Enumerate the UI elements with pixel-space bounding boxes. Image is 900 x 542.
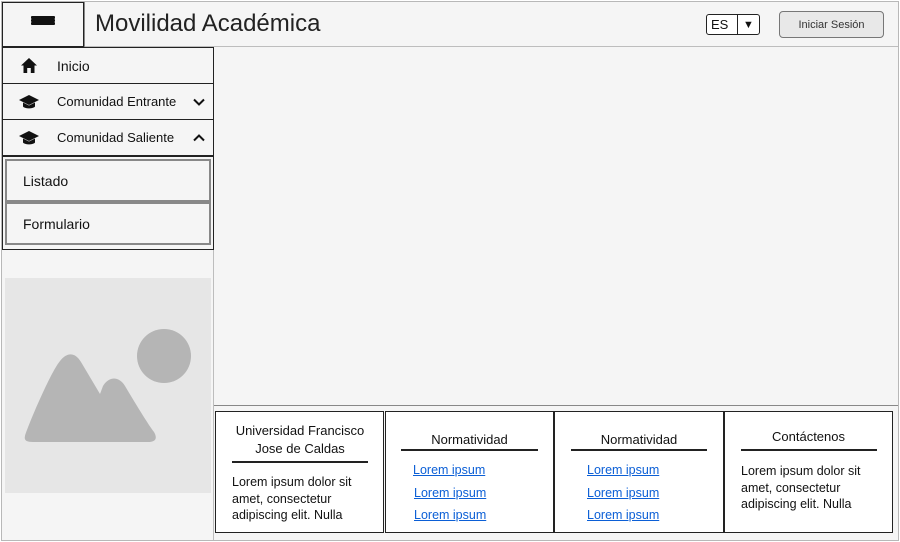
footer: Universidad Francisco Jose de Caldas Lor… xyxy=(214,405,898,540)
submenu-item-listado[interactable]: Listado xyxy=(5,159,211,202)
footer-link[interactable]: Lorem ipsum xyxy=(587,463,659,477)
footer-divider xyxy=(571,449,707,451)
sidebar-item-comunidad-entrante[interactable]: Comunidad Entrante xyxy=(2,83,214,120)
footer-title: Universidad Francisco Jose de Caldas xyxy=(235,423,365,456)
submenu-item-formulario[interactable]: Formulario xyxy=(5,202,211,245)
footer-link[interactable]: Lorem ipsum xyxy=(414,508,486,522)
header-divider xyxy=(84,2,85,47)
dropdown-arrow-icon: ▼ xyxy=(743,18,754,31)
footer-title: Normatividad xyxy=(431,432,508,447)
app-title: Movilidad Académica xyxy=(95,10,321,37)
footer-divider xyxy=(232,461,368,463)
sidebar-item-inicio[interactable]: Inicio xyxy=(2,47,214,84)
sidebar-item-label: Comunidad Saliente xyxy=(57,130,175,145)
footer-divider xyxy=(741,449,877,451)
footer-column-contactenos: Contáctenos Lorem ipsum dolor sit amet, … xyxy=(724,411,893,533)
language-value: ES xyxy=(707,15,738,34)
footer-link[interactable]: Lorem ipsum xyxy=(587,508,659,522)
footer-text: Lorem ipsum dolor sit amet, consectetur … xyxy=(741,464,861,511)
footer-link[interactable]: Lorem ipsum xyxy=(414,486,486,500)
image-placeholder xyxy=(5,278,211,493)
footer-title: Normatividad xyxy=(600,432,678,447)
sidebar-item-comunidad-saliente[interactable]: Comunidad Saliente xyxy=(2,119,214,156)
graduation-cap-icon xyxy=(15,130,43,146)
home-icon xyxy=(15,57,43,74)
graduation-cap-icon xyxy=(15,94,43,110)
footer-text: Lorem ipsum dolor sit amet, consectetur … xyxy=(232,475,352,522)
footer-divider xyxy=(401,449,538,451)
sidebar-item-label: Comunidad Entrante xyxy=(57,94,177,109)
image-icon xyxy=(24,329,191,442)
menu-button[interactable] xyxy=(2,2,84,47)
footer-column-university: Universidad Francisco Jose de Caldas Lor… xyxy=(215,411,384,533)
login-button[interactable]: Iniciar Sesión xyxy=(779,11,884,38)
footer-title: Contáctenos xyxy=(772,429,845,444)
sidebar-item-label: Inicio xyxy=(57,57,90,74)
footer-link[interactable]: Lorem ipsum xyxy=(587,486,659,500)
footer-column-normatividad-2: Normatividad Lorem ipsum Lorem ipsum Lor… xyxy=(554,411,724,533)
hamburger-icon xyxy=(31,15,55,34)
footer-link[interactable]: Lorem ipsum xyxy=(413,463,485,477)
submenu-comunidad-saliente: Listado Formulario xyxy=(2,156,214,250)
chevron-down-icon xyxy=(191,98,207,106)
language-select[interactable]: ES ▼ xyxy=(706,14,760,35)
sidebar: Inicio Comunidad Entrante Comunidad Sali… xyxy=(2,47,214,540)
chevron-up-icon xyxy=(191,133,207,142)
footer-column-normatividad-1: Normatividad Lorem ipsum Lorem ipsum Lor… xyxy=(385,411,554,533)
